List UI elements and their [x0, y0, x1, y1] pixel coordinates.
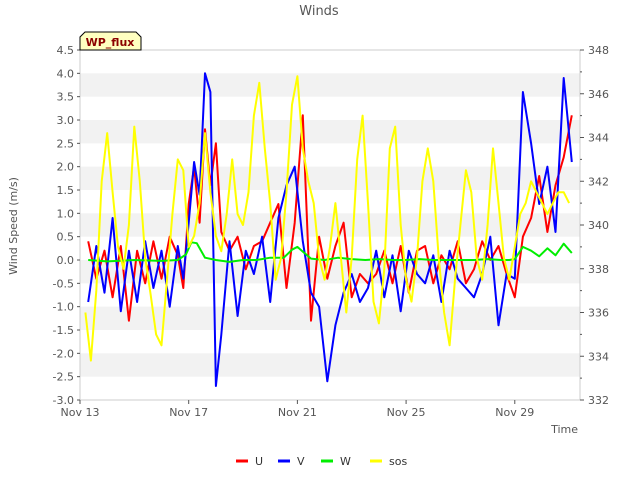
y-tick-label: 0.0 — [57, 254, 75, 267]
x-axis-label: Time — [550, 423, 578, 436]
y2-tick-label: 338 — [588, 263, 609, 276]
y-tick-label: -1.0 — [53, 301, 74, 314]
y2-tick-label: 332 — [588, 394, 609, 407]
legend: U V Wsos — [236, 455, 407, 468]
y-tick-label: -2.5 — [53, 371, 74, 384]
y2-tick-label: 334 — [588, 350, 609, 363]
y-axis-label: Wind Speed (m/s) — [7, 177, 20, 275]
grid-band — [80, 73, 580, 97]
chart-title: Winds — [299, 4, 339, 19]
station-label: WP_flux — [86, 36, 135, 49]
grid-band — [80, 120, 580, 144]
y-tick-label: 1.0 — [57, 207, 75, 220]
y-tick-label: 4.5 — [57, 44, 75, 57]
legend-item-u: U — [236, 455, 263, 468]
y2-tick-label: 336 — [588, 307, 609, 320]
right-axis: 332 334 336 338 340 342 344 346 348 — [580, 44, 609, 407]
grid-band — [80, 166, 580, 190]
legend-label-u: U — [255, 455, 263, 468]
y2-tick-label: 348 — [588, 44, 609, 57]
legend-label-w: W — [340, 455, 351, 468]
y-tick-label: -2.0 — [53, 347, 74, 360]
station-badge: WP_flux — [79, 31, 142, 51]
y2-tick-label: 344 — [588, 132, 609, 145]
legend-label-v: V — [297, 455, 305, 468]
y-tick-label: 1.5 — [57, 184, 75, 197]
legend-item-sos: sos — [370, 455, 407, 468]
legend-item-v: V — [278, 455, 305, 468]
grid-bands — [80, 50, 580, 400]
y2-tick-label: 342 — [588, 175, 609, 188]
y-tick-label: -0.5 — [53, 277, 74, 290]
grid-band — [80, 213, 580, 237]
y2-tick-label: 340 — [588, 219, 609, 232]
x-tick-label: Nov 17 — [169, 406, 208, 419]
x-axis: Nov 13 Nov 17 Nov 21 Nov 25 Nov 29 — [61, 400, 534, 419]
y-tick-label: 2.5 — [57, 137, 75, 150]
y2-tick-label: 346 — [588, 88, 609, 101]
x-tick-label: Nov 25 — [387, 406, 426, 419]
y-tick-label: -1.5 — [53, 324, 74, 337]
legend-item-w: W — [321, 455, 351, 468]
x-tick-label: Nov 21 — [278, 406, 317, 419]
y-tick-label: 3.0 — [57, 114, 75, 127]
y-tick-label: 3.5 — [57, 91, 75, 104]
x-tick-label: Nov 13 — [61, 406, 100, 419]
legend-label-sos: sos — [389, 455, 407, 468]
y-tick-label: 4.0 — [57, 67, 75, 80]
x-tick-label: Nov 29 — [495, 406, 534, 419]
winds-chart: -3.0-2.5-2.0-1.5-1.0-0.50.00.51.01.52.02… — [7, 4, 609, 468]
left-axis: -3.0-2.5-2.0-1.5-1.0-0.50.00.51.01.52.02… — [53, 44, 80, 407]
y-tick-label: 0.5 — [57, 231, 75, 244]
y-tick-label: 2.0 — [57, 161, 75, 174]
